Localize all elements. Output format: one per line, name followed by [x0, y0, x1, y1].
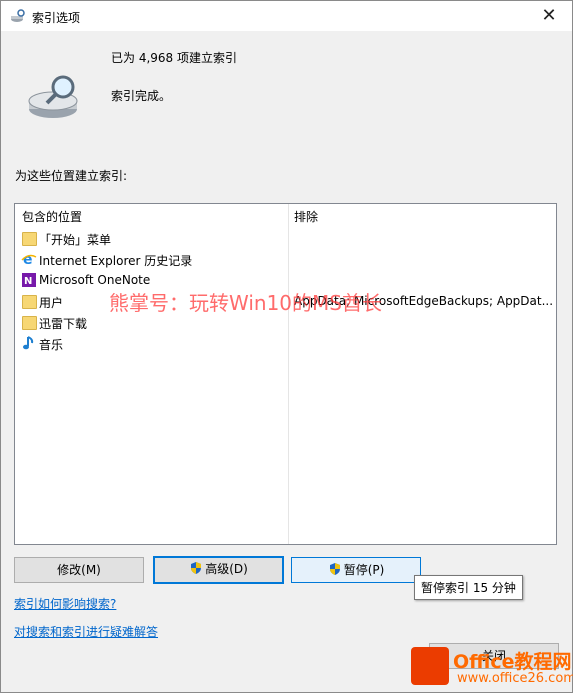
modify-button[interactable]: 修改(M): [14, 557, 144, 583]
list-item[interactable]: N Microsoft OneNote: [15, 270, 556, 291]
office26-logo: Office教程网 www.office26.com: [407, 645, 573, 692]
svg-text:N: N: [24, 276, 32, 287]
list-item[interactable]: e Internet Explorer 历史记录: [15, 249, 556, 270]
location-name: 用户: [39, 296, 64, 310]
indexing-options-icon: [11, 9, 25, 22]
indexing-options-dialog: 索引选项 ✕ 已为 4,968 项建立索引 索引完成。 为这些位置建立索引: 包…: [0, 0, 573, 693]
logo-url-text: www.office26.com: [457, 671, 573, 686]
svg-text:e: e: [23, 252, 33, 267]
location-name: 迅雷下载: [39, 317, 88, 331]
column-header-included[interactable]: 包含的位置: [22, 208, 82, 225]
internet-explorer-icon: e: [21, 252, 37, 267]
troubleshoot-search-link[interactable]: 对搜索和索引进行疑难解答: [14, 623, 158, 640]
location-excluded: AppData; MicrosoftEdgeBackups; AppDat...: [294, 294, 552, 308]
indexing-state-text: 索引完成。: [111, 89, 172, 103]
pause-button[interactable]: 暂停(P): [291, 557, 421, 583]
modify-button-label[interactable]: 修改(M): [57, 563, 101, 577]
logo-brand-text: Office教程网: [453, 651, 572, 673]
locations-label: 为这些位置建立索引:: [15, 169, 128, 183]
indexing-drive-magnifier-icon: [28, 75, 78, 118]
onenote-icon: N: [22, 273, 36, 287]
pause-tooltip: 暂停索引 15 分钟: [414, 575, 523, 600]
list-item[interactable]: 音乐: [15, 333, 556, 354]
location-name: 「开始」菜单: [39, 233, 112, 247]
advanced-button-label[interactable]: 高级(D): [205, 562, 248, 576]
list-item[interactable]: 用户 AppData; MicrosoftEdgeBackups; AppDat…: [15, 291, 556, 312]
pause-button-label[interactable]: 暂停(P): [344, 563, 385, 577]
how-indexing-affects-search-link[interactable]: 索引如何影响搜索?: [14, 595, 116, 612]
indexed-count-text: 已为 4,968 项建立索引: [111, 51, 237, 65]
office-logo-icon: [411, 647, 449, 685]
folder-icon: [21, 293, 37, 309]
list-item[interactable]: 「开始」菜单: [15, 228, 556, 249]
column-header-excluded[interactable]: 排除: [294, 208, 318, 225]
music-note-icon: [23, 336, 34, 350]
location-name: Microsoft OneNote: [39, 273, 151, 287]
folder-icon: [21, 230, 37, 246]
title-bar: 索引选项 ✕: [1, 1, 572, 31]
advanced-button[interactable]: 高级(D): [153, 556, 284, 584]
folder-icon: [21, 314, 37, 330]
uac-shield-icon: [191, 562, 202, 574]
location-name: Internet Explorer 历史记录: [39, 254, 193, 268]
close-window-button[interactable]: ✕: [526, 1, 572, 31]
location-name: 音乐: [39, 338, 64, 352]
uac-shield-icon: [329, 563, 340, 575]
window-title: 索引选项: [32, 11, 81, 25]
locations-list[interactable]: 包含的位置 排除 「开始」菜单 e Internet Explorer 历史记录…: [14, 203, 557, 545]
list-item[interactable]: 迅雷下载: [15, 312, 556, 333]
close-icon[interactable]: ✕: [541, 5, 556, 26]
